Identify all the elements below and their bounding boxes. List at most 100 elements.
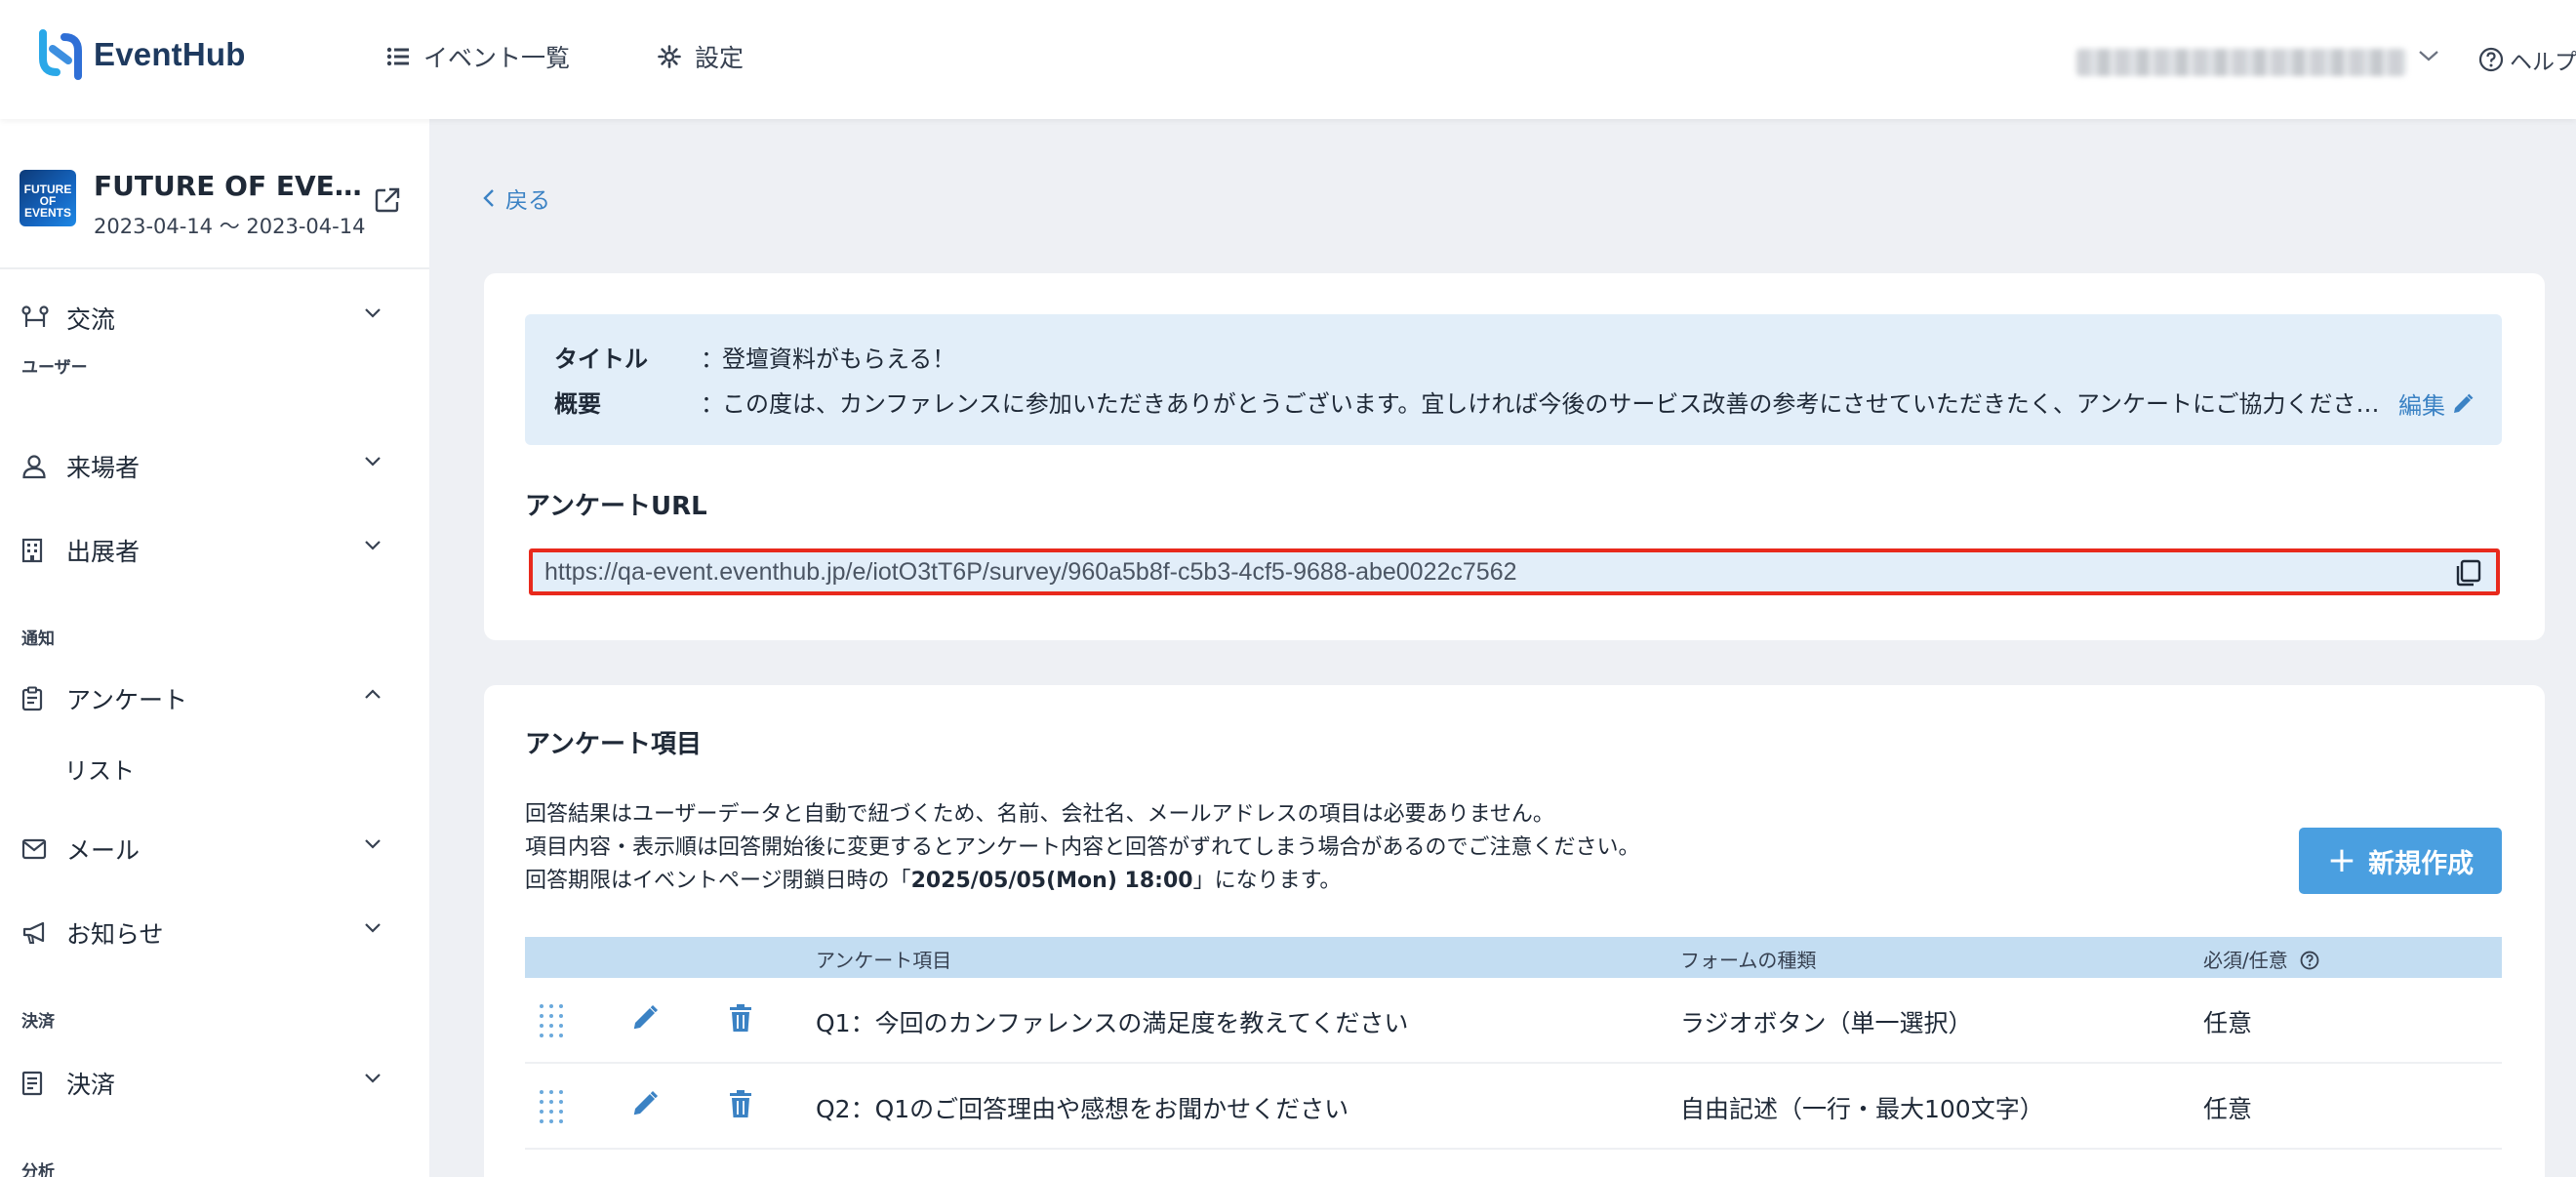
form-type: 自由記述（一行・最大100文字） [1680, 1095, 2044, 1123]
survey-summary-key: 概要 [554, 390, 601, 418]
column-header-required-label: 必須/任意 [2203, 949, 2288, 972]
sidebar-item-label: 交流 [66, 305, 116, 334]
colon: ： [701, 345, 724, 373]
survey-items-notes: 回答結果はユーザーデータと自動で紐づくため、名前、会社名、メールアドレスの項目は… [525, 798, 1639, 898]
sidebar-item-label: 来場者 [66, 454, 141, 482]
sidebar-item-label: 決済 [66, 1071, 116, 1099]
chevron-down-icon[interactable] [2418, 49, 2439, 62]
survey-summary-row: 概要 ： この度は、カンファレンスに参加いただきありがとうございます。宜しければ… [554, 385, 2381, 419]
logo[interactable]: EventHub [37, 29, 246, 80]
help-link[interactable]: ヘルプ [2478, 43, 2576, 76]
copy-icon[interactable] [2453, 558, 2482, 588]
sidebar-item-label: 出展者 [66, 538, 141, 566]
deadline-suffix: 」になります。 [1192, 869, 1342, 893]
sidebar-section-payment: 決済 [21, 1012, 55, 1032]
drag-handle-icon[interactable] [537, 1087, 566, 1126]
sidebar-section-users: ユーザー [21, 358, 88, 378]
event-title: FUTURE OF EVENTS [94, 170, 377, 202]
pencil-icon[interactable] [630, 1089, 660, 1118]
deadline-line: 回答期限はイベントページ閉鎖日時の「2025/05/05(Mon) 18:00」… [525, 865, 1639, 898]
question-text: Q2：Q1のご回答理由や感想をお聞かせください [816, 1095, 1349, 1123]
logo-text: EventHub [94, 36, 246, 72]
drag-handle-icon[interactable] [537, 1001, 566, 1040]
sidebar-item-visitors[interactable]: 来場者 [21, 445, 382, 488]
table-row: Q2：Q1のご回答理由や感想をお聞かせください 自由記述（一行・最大100文字）… [525, 1064, 2502, 1150]
pencil-icon[interactable] [630, 1003, 660, 1033]
chevron-down-icon [365, 923, 381, 933]
sidebar-item-survey[interactable]: アンケート [21, 677, 382, 720]
megaphone-icon [21, 921, 53, 945]
note-line: 項目内容・表示順は回答開始後に変更するとアンケート内容と回答がずれてしまう場合が… [525, 835, 1640, 860]
nav-event-list[interactable]: イベント一覧 [386, 39, 570, 74]
mail-icon [21, 838, 53, 860]
question-circle-icon [2478, 47, 2504, 72]
table-row: Q1：今回のカンファレンスの満足度を教えてください ラジオボタン（単一選択） 任… [525, 978, 2502, 1064]
user-menu-blurred[interactable] [2076, 49, 2406, 76]
network-icon [21, 305, 53, 331]
survey-info-card: タイトル ： 登壇資料がもらえる！ 概要 ： この度は、カンファレンスに参加いた… [484, 273, 2545, 640]
chevron-down-icon [365, 839, 381, 849]
trash-icon[interactable] [728, 1003, 753, 1033]
event-thumbnail: FUTURE OF EVENTS [20, 170, 76, 226]
chevron-up-icon [365, 689, 381, 699]
nav-event-list-label: イベント一覧 [423, 44, 571, 72]
gear-icon [658, 45, 681, 68]
event-header: FUTURE OF EVENTS FUTURE OF EVENTS 2023-0… [20, 170, 429, 258]
chevron-down-icon [365, 541, 381, 550]
sidebar-item-label: アンケート [66, 686, 188, 714]
back-link[interactable]: 戻る [482, 182, 550, 215]
form-type: ラジオボタン（単一選択） [1680, 1009, 1973, 1037]
back-label: 戻る [505, 188, 550, 214]
new-button-label: 新規作成 [2368, 848, 2475, 879]
person-icon [21, 454, 53, 479]
column-header-form: フォームの種類 [1680, 949, 1817, 972]
survey-url-field[interactable]: https://qa-event.eventhub.jp/e/iotO3tT6P… [529, 548, 2500, 595]
event-dates: 2023-04-14 〜 2023-04-14 [94, 215, 366, 238]
colon: ： [701, 390, 724, 418]
pencil-icon [2454, 393, 2474, 413]
new-survey-item-button[interactable]: + 新規作成 [2299, 828, 2502, 894]
sidebar-subitem-survey-list[interactable]: リスト [64, 751, 135, 786]
chevron-left-icon [483, 189, 494, 207]
clipboard-icon [21, 686, 53, 711]
sidebar-item-payment[interactable]: 決済 [21, 1062, 382, 1105]
column-header-item: アンケート項目 [816, 949, 952, 972]
survey-summary-value: この度は、カンファレンスに参加いただきありがとうございます。宜しければ今後のサー… [722, 390, 2381, 418]
sidebar-item-label: メール [66, 836, 141, 865]
receipt-icon [21, 1071, 53, 1096]
table-header: アンケート項目 フォームの種類 必須/任意 [525, 937, 2502, 978]
required-status: 任意 [2203, 1009, 2253, 1037]
list-icon [386, 47, 409, 66]
sidebar-item-announcements[interactable]: お知らせ [21, 912, 382, 954]
sidebar: FUTURE OF EVENTS FUTURE OF EVENTS 2023-0… [0, 119, 429, 1177]
help-label: ヘルプ [2510, 50, 2576, 75]
nav-settings[interactable]: 設定 [658, 39, 744, 74]
survey-url-heading: アンケートURL [525, 492, 707, 521]
sidebar-item-networking[interactable]: 交流 [21, 297, 382, 340]
edit-label: 編集 [2398, 392, 2445, 420]
external-link-icon[interactable] [373, 185, 402, 215]
note-line: 回答結果はユーザーデータと自動で紐づくため、名前、会社名、メールアドレスの項目は… [525, 802, 1554, 827]
sidebar-item-mail[interactable]: メール [21, 828, 382, 871]
deadline-value: 2025/05/05(Mon) 18:00 [910, 869, 1193, 893]
survey-summary-box: タイトル ： 登壇資料がもらえる！ 概要 ： この度は、カンファレンスに参加いた… [525, 314, 2502, 445]
edit-survey-button[interactable]: 編集 [2398, 386, 2475, 421]
survey-url-value: https://qa-event.eventhub.jp/e/iotO3tT6P… [544, 557, 1517, 586]
required-status: 任意 [2203, 1095, 2253, 1123]
sidebar-item-exhibitors[interactable]: 出展者 [21, 529, 382, 572]
deadline-prefix: 回答期限はイベントページ閉鎖日時の「 [525, 869, 911, 893]
eventhub-logo-icon [39, 29, 82, 80]
chevron-down-icon [365, 1074, 381, 1083]
survey-items-table: アンケート項目 フォームの種類 必須/任意 Q1：今回のカンファレンスの満足度を… [525, 937, 2502, 1150]
trash-icon[interactable] [728, 1089, 753, 1118]
plus-icon: + [2326, 840, 2357, 880]
question-circle-icon[interactable] [2300, 951, 2319, 970]
chevron-down-icon [365, 457, 381, 467]
top-header: EventHub イベント一覧 設定 ヘルプ [0, 0, 2576, 119]
sidebar-divider [0, 267, 429, 269]
chevron-down-icon [365, 308, 381, 318]
building-icon [21, 538, 53, 563]
survey-title-key: タイトル [554, 345, 648, 373]
sidebar-section-analytics: 分析 [21, 1162, 55, 1177]
nav-settings-label: 設定 [695, 44, 745, 72]
